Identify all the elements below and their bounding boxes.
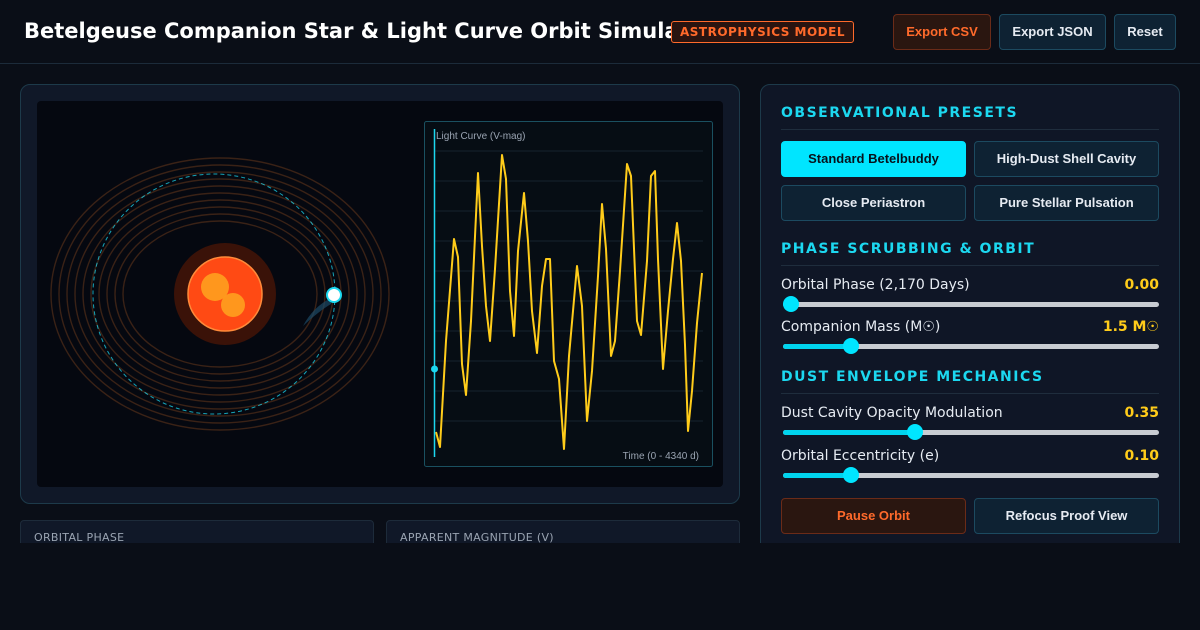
preset-high-dust-shell-cavity[interactable]: High-Dust Shell Cavity	[974, 141, 1159, 177]
preset-pure-stellar-pulsation[interactable]: Pure Stellar Pulsation	[974, 185, 1159, 221]
model-badge: ASTROPHYSICS MODEL	[671, 21, 854, 43]
orbital-phase-slider-label: Orbital Phase (2,170 Days)	[781, 277, 970, 293]
simulation-canvas[interactable]: Light Curve (V-mag) Time (0 - 4340 d)	[37, 101, 723, 487]
orbital-phase-slider[interactable]	[783, 296, 1159, 312]
simulation-svg: Light Curve (V-mag) Time (0 - 4340 d)	[50, 121, 713, 467]
slider-thumb[interactable]	[842, 467, 859, 483]
preset-standard-betelbuddy[interactable]: Standard Betelbuddy	[781, 141, 966, 177]
slider-thumb[interactable]	[906, 424, 923, 440]
reset-button[interactable]: Reset	[1114, 14, 1176, 50]
star-convection-cell	[221, 293, 245, 317]
slider-thumb[interactable]	[783, 296, 799, 312]
dust-opacity-slider[interactable]	[783, 424, 1159, 440]
section-divider	[781, 265, 1159, 266]
export-json-button[interactable]: Export JSON	[999, 14, 1106, 50]
control-panel: OBSERVATIONAL PRESETS Standard Betelbudd…	[760, 84, 1180, 554]
viewport-cutoff	[0, 543, 1200, 630]
refocus-proof-view-button[interactable]: Refocus Proof View	[974, 498, 1159, 534]
eccentricity-slider-value: 0.10	[1124, 448, 1159, 464]
light-curve-axis-label: Time (0 - 4340 d)	[623, 451, 699, 462]
section-divider	[781, 129, 1159, 130]
slider-fill	[783, 344, 851, 349]
section-divider	[781, 393, 1159, 394]
time-cursor-marker[interactable]	[431, 365, 438, 373]
orbital-phase-slider-value: 0.00	[1124, 277, 1159, 293]
dust-opacity-slider-label: Dust Cavity Opacity Modulation	[781, 405, 1003, 421]
eccentricity-slider-label: Orbital Eccentricity (e)	[781, 448, 940, 464]
visualization-panel: Light Curve (V-mag) Time (0 - 4340 d)	[20, 84, 740, 504]
dust-section-title: DUST ENVELOPE MECHANICS	[781, 369, 1044, 385]
app-header: Betelgeuse Companion Star & Light Curve …	[0, 0, 1200, 64]
phase-section-title: PHASE SCRUBBING & ORBIT	[781, 241, 1036, 257]
app-title: Betelgeuse Companion Star & Light Curve …	[24, 19, 714, 43]
light-curve-title: Light Curve (V-mag)	[436, 131, 525, 142]
slider-fill	[783, 473, 851, 478]
dust-opacity-slider-value: 0.35	[1124, 405, 1159, 421]
companion-mass-slider-label: Companion Mass (M☉)	[781, 319, 941, 335]
companion-star[interactable]	[326, 287, 342, 303]
eccentricity-slider[interactable]	[783, 467, 1159, 483]
presets-section-title: OBSERVATIONAL PRESETS	[781, 105, 1019, 121]
preset-close-periastron[interactable]: Close Periastron	[781, 185, 966, 221]
pause-orbit-button[interactable]: Pause Orbit	[781, 498, 966, 534]
export-csv-button[interactable]: Export CSV	[893, 14, 991, 50]
slider-fill	[783, 430, 915, 435]
companion-mass-slider-value: 1.5 M☉	[1102, 319, 1159, 335]
companion-mass-slider[interactable]	[783, 338, 1159, 354]
slider-thumb[interactable]	[842, 338, 859, 354]
